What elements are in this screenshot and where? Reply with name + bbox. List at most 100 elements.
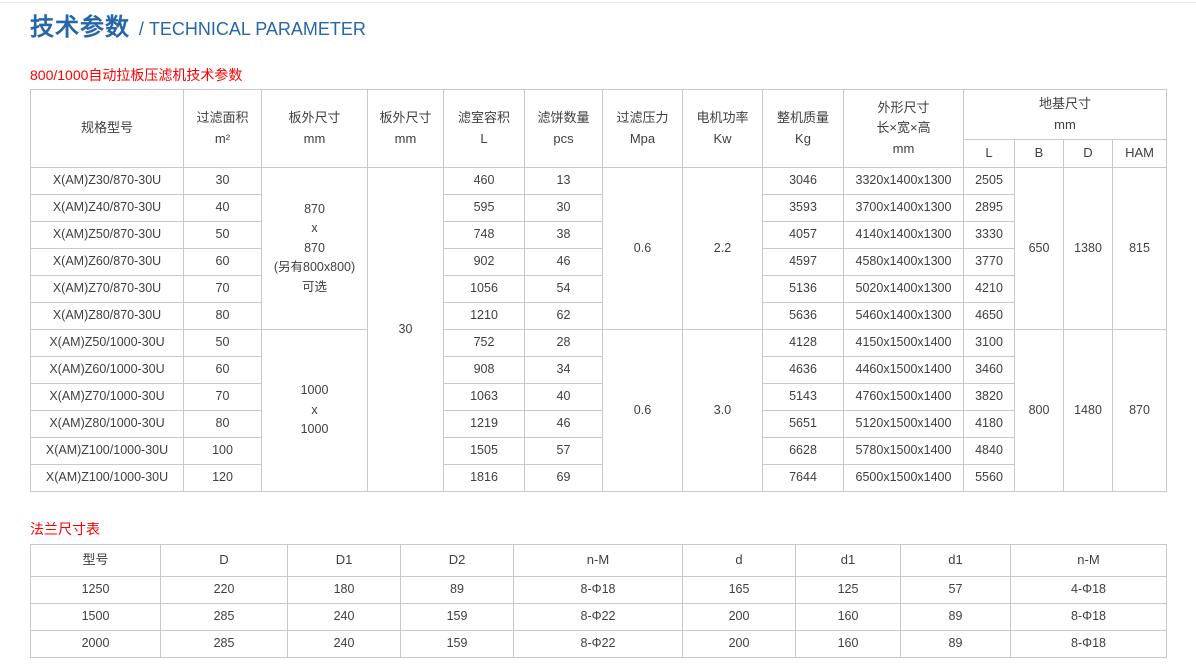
flange-cell: 8-Φ18 <box>1011 604 1167 631</box>
cell-weight: 4636 <box>763 357 844 384</box>
cell-foundation-l: 4650 <box>964 303 1015 330</box>
cell-foundation-l: 3770 <box>964 249 1015 276</box>
cell-plate-size-1000-group: 1000 x 1000 <box>262 330 368 492</box>
cell-dims: 5020x1400x1300 <box>844 276 964 303</box>
header-model: 规格型号 <box>31 90 184 168</box>
cell-pressure-group1: 0.6 <box>603 168 683 330</box>
cell-volume: 1056 <box>444 276 525 303</box>
flange-cell: 89 <box>401 577 514 604</box>
cell-area: 50 <box>184 222 262 249</box>
spec-row: X(AM)Z50/870-30U 50 748 38 4057 4140x140… <box>31 222 1167 249</box>
cell-foundation-l: 3820 <box>964 384 1015 411</box>
cell-foundation-l: 2505 <box>964 168 1015 195</box>
flange-cell: 180 <box>288 577 401 604</box>
spec-row: X(AM)Z70/1000-30U 70 1063 40 5143 4760x1… <box>31 384 1167 411</box>
cell-cakes: 46 <box>525 411 603 438</box>
cell-area: 70 <box>184 276 262 303</box>
cell-cakes: 38 <box>525 222 603 249</box>
page-title-en: / TECHNICAL PARAMETER <box>139 19 366 39</box>
header-cake-count: 滤饼数量 pcs <box>525 90 603 168</box>
flange-header-D: D <box>161 545 288 577</box>
spec-row: X(AM)Z50/1000-30U 50 1000 x 1000 752 28 … <box>31 330 1167 357</box>
header-foundation-dims: 地基尺寸 mm <box>964 90 1167 140</box>
flange-cell: 8-Φ22 <box>514 604 683 631</box>
cell-volume: 902 <box>444 249 525 276</box>
cell-plate-size-870-group: 870 x 870 (另有800x800) 可选 <box>262 168 368 330</box>
flange-cell: 285 <box>161 604 288 631</box>
flange-header-d1: d1 <box>796 545 901 577</box>
spec-table-caption: 800/1000自动拉板压滤机技术参数 <box>30 67 1166 84</box>
cell-weight: 5136 <box>763 276 844 303</box>
flange-cell: 89 <box>901 604 1011 631</box>
flange-row: 2000 285 240 159 8-Φ22 200 160 89 8-Φ18 <box>31 631 1167 658</box>
cell-foundation-l: 4840 <box>964 438 1015 465</box>
header-foundation-d: D <box>1064 140 1113 168</box>
cell-model: X(AM)Z80/870-30U <box>31 303 184 330</box>
cell-dims: 6500x1500x1400 <box>844 465 964 492</box>
cell-cakes: 46 <box>525 249 603 276</box>
cell-area: 120 <box>184 465 262 492</box>
cell-cakes: 62 <box>525 303 603 330</box>
flange-row: 1500 285 240 159 8-Φ22 200 160 89 8-Φ18 <box>31 604 1167 631</box>
cell-foundation-ham-group2: 870 <box>1113 330 1167 492</box>
cell-foundation-d-group1: 1380 <box>1064 168 1113 330</box>
header-plate-size: 板外尺寸 mm <box>262 90 368 168</box>
cell-weight: 4597 <box>763 249 844 276</box>
cell-weight: 3593 <box>763 195 844 222</box>
cell-dims: 4140x1400x1300 <box>844 222 964 249</box>
flange-cell: 160 <box>796 631 901 658</box>
cell-cakes: 40 <box>525 384 603 411</box>
header-filter-pressure: 过滤压力 Mpa <box>603 90 683 168</box>
flange-header-row: 型号 D D1 D2 n-M d d1 d1 n-M <box>31 545 1167 577</box>
cell-cakes: 57 <box>525 438 603 465</box>
cell-model: X(AM)Z30/870-30U <box>31 168 184 195</box>
cell-volume: 748 <box>444 222 525 249</box>
cell-model: X(AM)Z60/870-30U <box>31 249 184 276</box>
content-area: 技术参数 / TECHNICAL PARAMETER 800/1000自动拉板压… <box>0 0 1196 658</box>
cell-cakes: 54 <box>525 276 603 303</box>
cell-weight: 4057 <box>763 222 844 249</box>
cell-area: 100 <box>184 438 262 465</box>
cell-area: 70 <box>184 384 262 411</box>
header-foundation-b: B <box>1015 140 1064 168</box>
cell-volume: 1063 <box>444 384 525 411</box>
cell-foundation-l: 3330 <box>964 222 1015 249</box>
cell-weight: 6628 <box>763 438 844 465</box>
cell-cakes: 69 <box>525 465 603 492</box>
flange-header-d1-2: d1 <box>901 545 1011 577</box>
spec-row: X(AM)Z80/1000-30U 80 1219 46 5651 5120x1… <box>31 411 1167 438</box>
spec-table: 规格型号 过滤面积 m² 板外尺寸 mm 板外尺寸 mm 滤室容积 L 滤饼数量… <box>30 89 1167 492</box>
flange-cell: 160 <box>796 604 901 631</box>
spec-row: X(AM)Z60/870-30U 60 902 46 4597 4580x140… <box>31 249 1167 276</box>
spec-row: X(AM)Z30/870-30U 30 870 x 870 (另有800x800… <box>31 168 1167 195</box>
flange-header-D1: D1 <box>288 545 401 577</box>
cell-dims: 4580x1400x1300 <box>844 249 964 276</box>
cell-model: X(AM)Z80/1000-30U <box>31 411 184 438</box>
flange-header-nM: n-M <box>514 545 683 577</box>
cell-volume: 1816 <box>444 465 525 492</box>
page-title: 技术参数 / TECHNICAL PARAMETER <box>30 0 1166 43</box>
cell-foundation-l: 4180 <box>964 411 1015 438</box>
header-foundation-l: L <box>964 140 1015 168</box>
cell-cakes: 13 <box>525 168 603 195</box>
cell-area: 60 <box>184 357 262 384</box>
header-filter-area: 过滤面积 m² <box>184 90 262 168</box>
flange-cell: 240 <box>288 604 401 631</box>
cell-cakes: 34 <box>525 357 603 384</box>
cell-foundation-b-group2: 800 <box>1015 330 1064 492</box>
flange-cell: 8-Φ18 <box>1011 631 1167 658</box>
cell-weight: 3046 <box>763 168 844 195</box>
cell-foundation-ham-group1: 815 <box>1113 168 1167 330</box>
spec-row: X(AM)Z40/870-30U 40 595 30 3593 3700x140… <box>31 195 1167 222</box>
cell-foundation-l: 3460 <box>964 357 1015 384</box>
cell-power-group2: 3.0 <box>683 330 763 492</box>
cell-weight: 7644 <box>763 465 844 492</box>
spec-row: X(AM)Z100/1000-30U 120 1816 69 7644 6500… <box>31 465 1167 492</box>
cell-model: X(AM)Z70/1000-30U <box>31 384 184 411</box>
cell-dims: 4760x1500x1400 <box>844 384 964 411</box>
flange-table-caption: 法兰尺寸表 <box>30 521 1166 538</box>
cell-model: X(AM)Z40/870-30U <box>31 195 184 222</box>
cell-model: X(AM)Z50/1000-30U <box>31 330 184 357</box>
cell-foundation-l: 4210 <box>964 276 1015 303</box>
header-foundation-ham: HAM <box>1113 140 1167 168</box>
